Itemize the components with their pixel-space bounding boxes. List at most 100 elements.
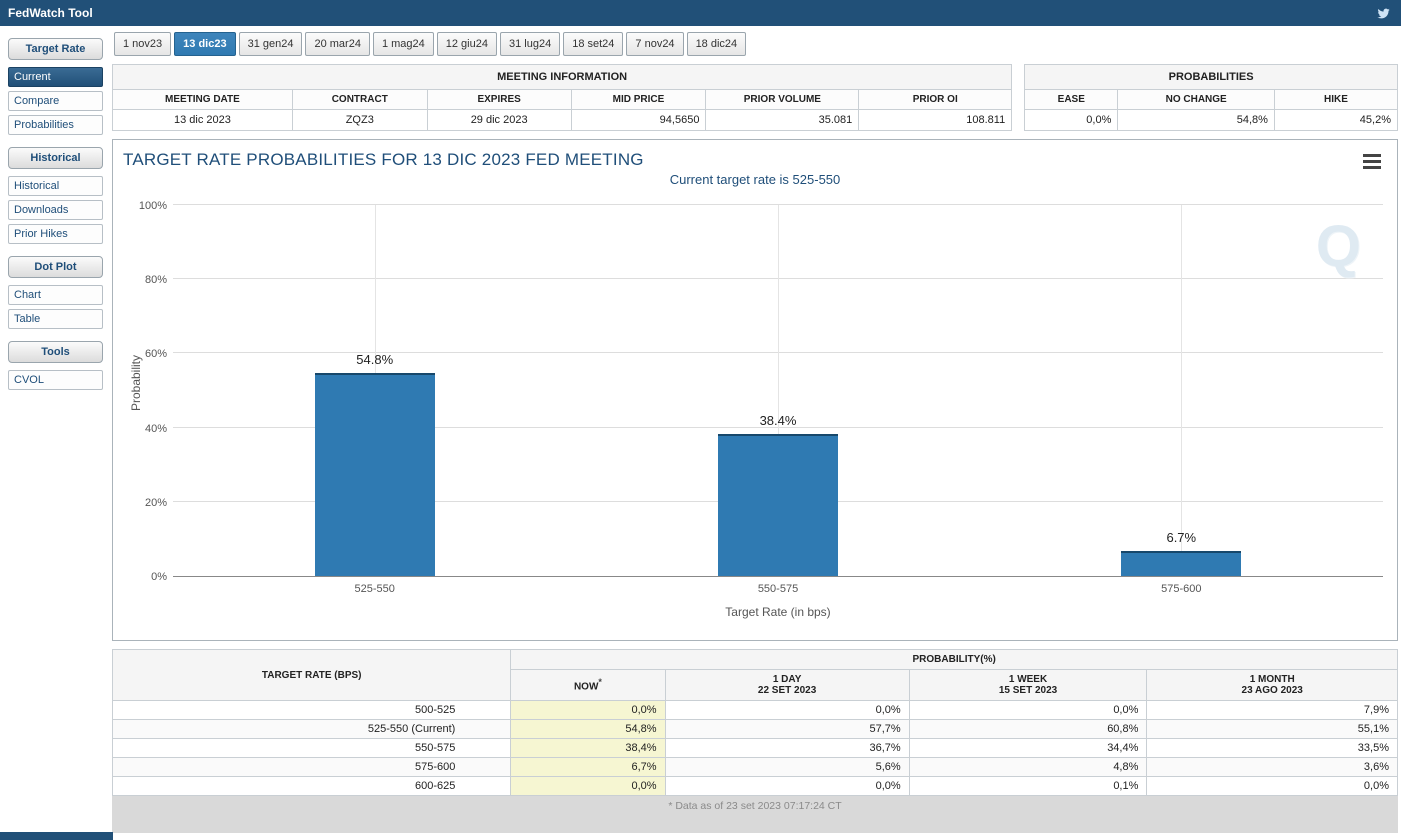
y-axis-label: Probability (129, 355, 143, 412)
plot-area: 0% 20% 40% 60% 80% 100% Q 54.8% 38.4% 6.… (139, 200, 1383, 583)
main-content: 1 nov23 13 dic23 31 gen24 20 mar24 1 mag… (110, 26, 1401, 833)
meeting-date-tabs: 1 nov23 13 dic23 31 gen24 20 mar24 1 mag… (114, 32, 1398, 56)
x-category: 525-550 (354, 583, 395, 595)
col-expires: EXPIRES (426, 89, 572, 110)
col-now: NOW* (510, 669, 666, 701)
y-tick: 60% (144, 348, 167, 361)
twitter-icon[interactable] (1376, 6, 1391, 21)
chart-panel: TARGET RATE PROBABILITIES FOR 13 DIC 202… (112, 139, 1398, 641)
month-cell: 7,9% (1146, 700, 1398, 720)
rate-header: TARGET RATE (BPS) (111, 649, 512, 701)
bar-label: 6.7% (1166, 530, 1197, 546)
sidebar-item-probabilities[interactable]: Probabilities (8, 115, 103, 135)
sidebar-item-compare[interactable]: Compare (8, 91, 103, 111)
tab-31-lug24[interactable]: 31 lug24 (499, 32, 561, 56)
sidebar-item-cvol[interactable]: CVOL (8, 370, 103, 390)
now-cell: 6,7% (510, 757, 666, 777)
tab-1-mag24[interactable]: 1 mag24 (372, 32, 434, 56)
col-ease: EASE (1024, 89, 1119, 110)
probabilities-panel: PROBABILITIES EASE NO CHANGE HIKE 0,0% 5… (1024, 64, 1398, 131)
rate-cell: 575-600 (111, 757, 512, 777)
tab-18-set24[interactable]: 18 set24 (563, 32, 624, 56)
day-cell: 5,6% (664, 757, 910, 777)
sidebar-item-chart[interactable]: Chart (8, 285, 103, 305)
bar-label: 54.8% (356, 351, 394, 367)
col-contract: CONTRACT (291, 89, 428, 110)
x-axis-label: Target Rate (in bps) (725, 605, 831, 619)
rate-cell: 525-550 (Current) (111, 719, 512, 739)
sidebar-section-target-rate: Target Rate Current Compare Probabilitie… (8, 38, 103, 135)
tab-12-giu24[interactable]: 12 giu24 (436, 32, 497, 56)
sidebar-item-prior-hikes[interactable]: Prior Hikes (8, 224, 103, 244)
sidebar-header-target-rate: Target Rate (8, 38, 103, 60)
v-gridline (1181, 205, 1183, 576)
y-tick: 100% (138, 200, 167, 212)
bar-525-550 (314, 372, 435, 576)
sidebar-item-downloads[interactable]: Downloads (8, 200, 103, 220)
x-axis-categories: 525-550 550-575 575-600 (173, 577, 1383, 597)
rate-cell: 600-625 (111, 776, 512, 796)
sidebar: Target Rate Current Compare Probabilitie… (0, 26, 110, 833)
day-cell: 0,0% (664, 776, 910, 796)
month-cell: 3,6% (1146, 757, 1398, 777)
contract-value: ZQZ3 (291, 109, 428, 131)
quikstrike-watermark: Q (1315, 214, 1361, 279)
sidebar-header-historical: Historical (8, 147, 103, 169)
now-cell: 0,0% (510, 776, 666, 796)
sidebar-header-dot-plot: Dot Plot (8, 256, 103, 278)
day-cell: 0,0% (664, 700, 910, 720)
day-cell: 57,7% (664, 719, 910, 739)
sidebar-item-current[interactable]: Current (8, 67, 103, 87)
now-cell: 38,4% (510, 738, 666, 758)
prior-oi-value: 108.811 (858, 109, 1013, 131)
ease-value: 0,0% (1024, 109, 1119, 131)
x-category: 575-600 (1161, 583, 1202, 595)
x-category: 550-575 (757, 583, 799, 595)
week-cell: 60,8% (908, 719, 1148, 739)
col-1-month: 1 MONTH 23 AGO 2023 (1146, 669, 1398, 701)
chart-subtitle: Current target rate is 525-550 (669, 172, 841, 187)
table-row: 550-575 38,4% 36,7% 34,4% 33,5% (111, 738, 1398, 758)
sidebar-section-historical: Historical Historical Downloads Prior Hi… (8, 147, 103, 244)
y-tick: 80% (144, 274, 167, 287)
meeting-info-title: MEETING INFORMATION (111, 64, 1013, 90)
table-row: 500-525 0,0% 0,0% 0,0% 7,9% (111, 700, 1398, 720)
rate-cell: 550-575 (111, 738, 512, 758)
sidebar-item-table[interactable]: Table (8, 309, 103, 329)
meeting-info-table: MEETING INFORMATION MEETING DATE CONTRAC… (111, 64, 1013, 131)
bar-label: 38.4% (759, 412, 797, 428)
probability-history-table: TARGET RATE (BPS) PROBABILITY(%) NOW* 1 … (111, 649, 1398, 796)
tab-13-dic23[interactable]: 13 dic23 (174, 32, 236, 56)
y-tick: 0% (151, 571, 167, 583)
tab-18-dic24[interactable]: 18 dic24 (686, 32, 747, 56)
col-mid-price: MID PRICE (570, 89, 707, 110)
chart-menu-icon[interactable] (1363, 154, 1381, 172)
table-row: 575-600 6,7% 5,6% 4,8% 3,6% (111, 757, 1398, 777)
rate-cell: 500-525 (111, 700, 512, 720)
col-meeting-date: MEETING DATE (112, 89, 293, 110)
week-cell: 0,1% (908, 776, 1148, 796)
tab-31-gen24[interactable]: 31 gen24 (238, 32, 303, 56)
bar-575-600 (1121, 551, 1242, 576)
col-1-day: 1 DAY 22 SET 2023 (664, 669, 910, 701)
tab-1-nov23[interactable]: 1 nov23 (114, 32, 172, 56)
month-cell: 0,0% (1146, 776, 1398, 796)
sidebar-section-dot-plot: Dot Plot Chart Table (8, 256, 103, 329)
tab-7-nov24[interactable]: 7 nov24 (626, 32, 684, 56)
week-cell: 34,4% (908, 738, 1148, 758)
y-tick: 40% (144, 422, 167, 435)
week-cell: 4,8% (908, 757, 1148, 777)
month-cell: 33,5% (1146, 738, 1398, 758)
probabilities-title: PROBABILITIES (1024, 64, 1398, 90)
prior-volume-value: 35.081 (705, 109, 860, 131)
month-cell: 55,1% (1146, 719, 1398, 739)
col-prior-volume: PRIOR VOLUME (705, 89, 860, 110)
sidebar-item-historical[interactable]: Historical (8, 176, 103, 196)
day-cell: 36,7% (664, 738, 910, 758)
sidebar-section-tools: Tools CVOL (8, 341, 103, 390)
y-tick: 20% (144, 496, 167, 509)
no-change-value: 54,8% (1117, 109, 1275, 131)
mid-price-value: 94,5650 (570, 109, 707, 131)
tab-20-mar24[interactable]: 20 mar24 (305, 32, 370, 56)
now-cell: 0,0% (510, 700, 666, 720)
